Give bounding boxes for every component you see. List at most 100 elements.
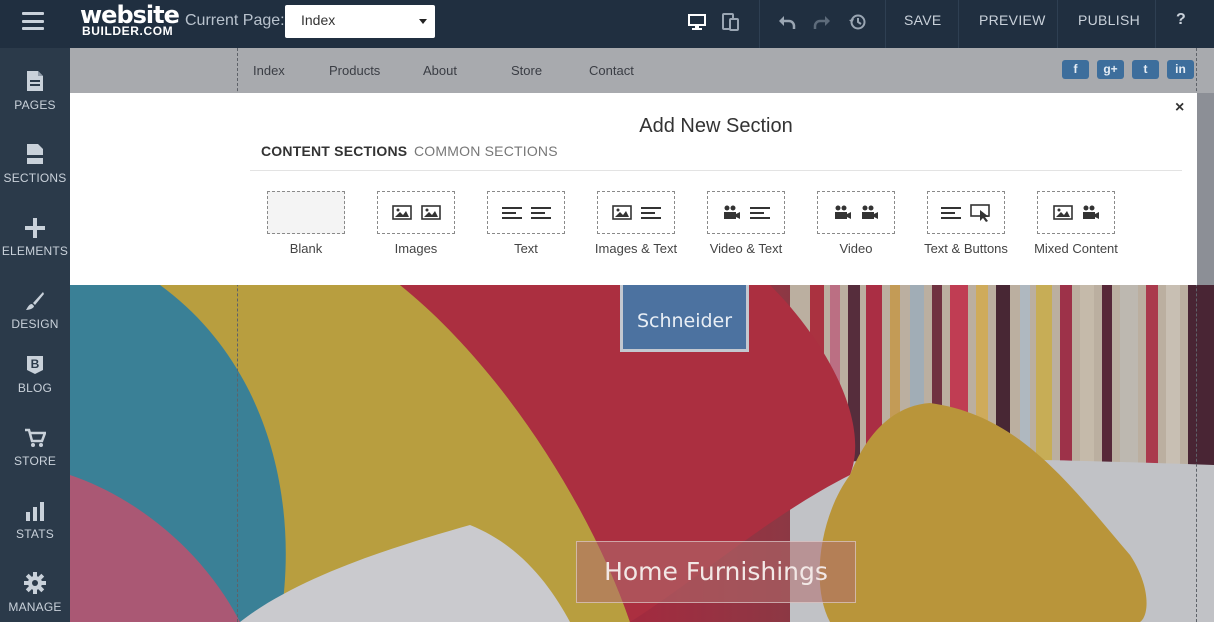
site-navigation: Index Products About Store Contact f g+ … — [70, 48, 1214, 93]
sidebar-item-pages[interactable]: PAGES — [0, 62, 70, 112]
editor-canvas[interactable]: Index Products About Store Contact f g+ … — [70, 48, 1214, 622]
text-lines-icon — [749, 206, 770, 219]
undo-icon[interactable] — [775, 10, 799, 34]
sidebar-item-label: BLOG — [17, 381, 53, 395]
video-thumbnail — [817, 191, 895, 234]
text-lines-icon — [530, 206, 551, 219]
section-option-images[interactable]: Images — [361, 191, 471, 256]
add-section-panel: Add New Section × CONTENT SECTIONS COMMO… — [70, 93, 1197, 285]
image-icon — [420, 205, 441, 220]
section-icon — [0, 135, 70, 165]
image-icon — [391, 205, 412, 220]
redo-icon[interactable] — [810, 10, 834, 34]
text-lines-icon — [501, 206, 522, 219]
section-option-video-text[interactable]: Video & Text — [691, 191, 801, 256]
text-lines-icon — [940, 206, 961, 219]
tab-common-sections[interactable]: COMMON SECTIONS — [414, 143, 558, 159]
gear-icon — [0, 564, 70, 594]
section-option-mixed-content[interactable]: Mixed Content — [1021, 191, 1131, 256]
toolbar-divider — [759, 0, 760, 48]
blank-thumbnail — [267, 191, 345, 234]
section-option-label: Text & Buttons — [924, 241, 1008, 256]
current-page-select[interactable]: Index — [285, 5, 435, 38]
linkedin-icon[interactable]: in — [1167, 60, 1194, 79]
sidebar-item-label: DESIGN — [11, 317, 59, 331]
site-tagline-box[interactable]: Home Furnishings — [576, 541, 856, 603]
panel-divider — [250, 170, 1182, 171]
page-icon — [0, 62, 70, 92]
hero-image[interactable]: Schneider Home Furnishings — [70, 285, 1214, 622]
section-option-label: Video & Text — [709, 241, 783, 256]
section-option-label: Images — [394, 241, 438, 256]
images-thumbnail — [377, 191, 455, 234]
section-option-images-text[interactable]: Images & Text — [581, 191, 691, 256]
section-option-label: Text — [514, 241, 538, 256]
top-toolbar: website BUILDER.COM Current Page: Index … — [0, 0, 1214, 48]
svg-text:B: B — [31, 357, 40, 371]
google-plus-icon[interactable]: g+ — [1097, 60, 1124, 79]
brush-icon — [0, 281, 70, 311]
text-buttons-thumbnail — [927, 191, 1005, 234]
sidebar-item-sections[interactable]: SECTIONS — [0, 135, 70, 185]
app-logo[interactable]: website BUILDER.COM — [80, 3, 180, 38]
site-brand-box[interactable]: Schneider — [620, 285, 749, 352]
left-sidebar: PAGES SECTIONS ELEMENTS DESIGN B BLOG ST… — [0, 48, 70, 622]
current-page-label: Current Page: — [185, 12, 285, 29]
sidebar-item-label: STORE — [13, 454, 57, 468]
site-nav-link[interactable]: Store — [511, 63, 542, 78]
section-option-label: Video — [839, 241, 873, 256]
section-option-label: Images & Text — [594, 241, 678, 256]
video-camera-icon — [1082, 205, 1099, 219]
mixed-content-thumbnail — [1037, 191, 1115, 234]
save-button[interactable]: SAVE — [904, 12, 942, 28]
sidebar-item-label: SECTIONS — [3, 171, 67, 185]
sidebar-item-store[interactable]: STORE — [0, 418, 70, 468]
toolbar-divider — [885, 0, 886, 48]
site-nav-link[interactable]: Products — [329, 63, 380, 78]
twitter-icon[interactable]: t — [1132, 60, 1159, 79]
current-page-value: Index — [301, 12, 336, 28]
hamburger-menu-icon[interactable] — [22, 12, 44, 30]
sidebar-item-label: MANAGE — [8, 600, 62, 614]
blog-icon: B — [0, 345, 70, 375]
logo-sub-text: BUILDER.COM — [82, 24, 174, 38]
sidebar-item-label: ELEMENTS — [1, 244, 69, 258]
section-option-video[interactable]: Video — [801, 191, 911, 256]
preview-button[interactable]: PREVIEW — [979, 12, 1046, 28]
section-option-label: Blank — [289, 241, 323, 256]
button-click-icon — [969, 203, 990, 222]
facebook-icon[interactable]: f — [1062, 60, 1089, 79]
site-nav-link[interactable]: Index — [253, 63, 285, 78]
sidebar-item-stats[interactable]: STATS — [0, 491, 70, 541]
toolbar-divider — [1057, 0, 1058, 48]
site-nav-link[interactable]: About — [423, 63, 457, 78]
mobile-icon[interactable] — [719, 10, 743, 34]
section-option-label: Mixed Content — [1034, 241, 1118, 256]
toolbar-divider — [958, 0, 959, 48]
sidebar-item-elements[interactable]: ELEMENTS — [0, 208, 70, 258]
plus-icon — [0, 208, 70, 238]
section-option-text[interactable]: Text — [471, 191, 581, 256]
sidebar-item-design[interactable]: DESIGN — [0, 281, 70, 331]
video-camera-icon — [861, 205, 878, 219]
history-icon[interactable] — [845, 10, 869, 34]
video-camera-icon — [834, 205, 851, 219]
close-icon[interactable]: × — [1175, 99, 1184, 117]
panel-title: Add New Section — [639, 115, 793, 137]
image-icon — [1052, 205, 1073, 220]
toolbar-divider — [1155, 0, 1156, 48]
sidebar-item-manage[interactable]: MANAGE — [0, 564, 70, 614]
publish-button[interactable]: PUBLISH — [1078, 12, 1140, 28]
cart-icon — [0, 418, 70, 448]
caret-down-icon — [419, 19, 427, 24]
desktop-icon[interactable] — [685, 10, 709, 34]
section-option-text-buttons[interactable]: Text & Buttons — [911, 191, 1021, 256]
text-thumbnail — [487, 191, 565, 234]
help-button[interactable]: ? — [1176, 11, 1186, 29]
section-option-blank[interactable]: Blank — [251, 191, 361, 256]
sidebar-item-label: PAGES — [14, 98, 56, 112]
sidebar-item-blog[interactable]: B BLOG — [0, 345, 70, 395]
tab-content-sections[interactable]: CONTENT SECTIONS — [261, 143, 407, 159]
site-nav-link[interactable]: Contact — [589, 63, 634, 78]
bar-chart-icon — [0, 491, 70, 521]
